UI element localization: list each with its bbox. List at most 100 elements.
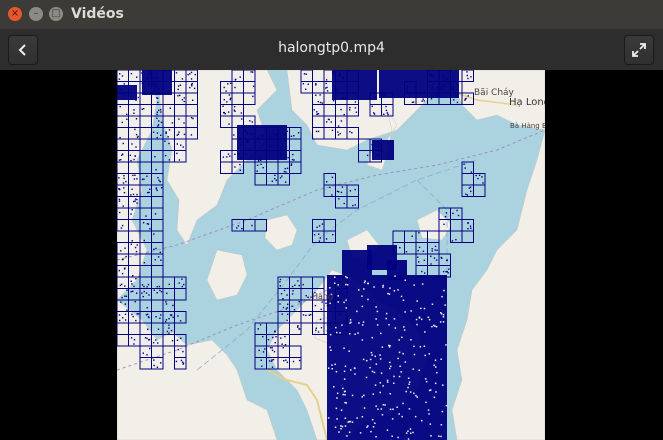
heatmap-dot (456, 209, 458, 212)
heatmap-gap (336, 331, 338, 334)
map-label-ha-long: Hạ Long (509, 97, 545, 108)
heatmap-dot (285, 136, 287, 138)
fullscreen-button[interactable] (624, 35, 654, 65)
heatmap-dot (122, 258, 124, 260)
heatmap-dot (132, 275, 134, 277)
heatmap-dot (146, 78, 148, 80)
heatmap-gap (397, 357, 399, 360)
heatmap-dot (260, 159, 262, 161)
heatmap-dot (466, 74, 468, 77)
heatmap-dot (354, 204, 356, 206)
heatmap-dot (271, 180, 273, 182)
heatmap-dot (339, 293, 341, 296)
heatmap-dot (152, 77, 154, 79)
heatmap-dot (326, 181, 328, 183)
heatmap-gap (427, 409, 430, 411)
heatmap-dot (333, 306, 335, 309)
heatmap-dot (121, 121, 123, 124)
heatmap-gap (362, 358, 365, 361)
heatmap-gap (427, 316, 430, 318)
heatmap-dot (315, 130, 318, 133)
heatmap-dot (281, 313, 283, 315)
heatmap-dot (280, 337, 282, 339)
heatmap-dot (137, 313, 140, 315)
heatmap-dot (354, 94, 357, 97)
heatmap-dot (152, 342, 155, 344)
heatmap-gap (337, 295, 339, 297)
heatmap-gap (358, 322, 360, 324)
heatmap-dot (245, 153, 247, 155)
heatmap-gap (371, 354, 373, 356)
heatmap-dot (273, 132, 275, 135)
heatmap-dot (245, 130, 247, 133)
heatmap-dot (339, 71, 341, 73)
heatmap-dot (302, 83, 305, 85)
heatmap-dot (182, 363, 184, 365)
heatmap-gap (404, 279, 406, 281)
heatmap-dot (118, 198, 121, 201)
heatmap-gap (371, 370, 374, 373)
heatmap-dot (451, 240, 454, 242)
heatmap-gap (379, 358, 382, 360)
heatmap-gap (404, 361, 407, 363)
heatmap-dot (355, 111, 358, 113)
heatmap-dot (239, 144, 242, 147)
heatmap-gap (370, 430, 372, 433)
heatmap-gap (358, 289, 360, 291)
video-area[interactable]: Bãi Cháy Hạ Long Bà Hàng Bãi Hang (0, 70, 663, 440)
heatmap-dot (286, 307, 288, 309)
heatmap-gap (361, 339, 364, 341)
heatmap-dot (190, 83, 193, 86)
maximize-window-button[interactable]: □ (49, 7, 63, 21)
heatmap-gap (335, 371, 338, 373)
heatmap-dot (298, 359, 301, 362)
close-window-button[interactable]: × (8, 7, 22, 21)
heatmap-dot (121, 75, 124, 77)
heatmap-gap (419, 346, 422, 348)
heatmap-gap (377, 408, 379, 410)
heatmap-dot (279, 177, 282, 179)
heatmap-dot (177, 315, 179, 317)
heatmap-dot (377, 154, 379, 156)
heatmap-dot (136, 198, 138, 201)
heatmap-dot (134, 200, 136, 202)
heatmap-dot (250, 71, 252, 73)
heatmap-dot (133, 285, 135, 288)
heatmap-dot (169, 107, 171, 109)
heatmap-gap (375, 306, 377, 308)
heatmap-dot (285, 359, 287, 361)
heatmap-gap (408, 381, 411, 383)
minimize-window-button[interactable]: – (29, 7, 43, 21)
heatmap-dot (136, 193, 138, 196)
heatmap-gap (399, 365, 401, 367)
heatmap-dot (317, 113, 320, 115)
heatmap-dot (482, 182, 484, 184)
heatmap-gap (401, 415, 403, 418)
heatmap-dot (443, 223, 445, 225)
heatmap-dot (146, 286, 148, 288)
heatmap-gap (337, 284, 339, 286)
heatmap-dot (158, 120, 160, 122)
heatmap-dot (137, 96, 139, 99)
heatmap-dot (436, 249, 438, 251)
heatmap-gap (386, 381, 389, 383)
heatmap-dot (181, 99, 184, 101)
heatmap-dot (339, 291, 342, 294)
heatmap-dot (412, 101, 415, 103)
heatmap-gap (416, 300, 418, 302)
heatmap-dot (157, 124, 160, 126)
heatmap-dot (319, 101, 322, 104)
heatmap-dot (177, 88, 179, 91)
heatmap-dot (175, 72, 178, 74)
heatmap-dot (441, 257, 443, 259)
heatmap-dot (158, 87, 160, 90)
heatmap-dot (130, 213, 132, 215)
heatmap-gap (434, 382, 437, 385)
heatmap-dot (325, 79, 328, 81)
heatmap-dot (326, 90, 329, 92)
heatmap-dot (315, 84, 317, 86)
heatmap-dot (153, 364, 155, 367)
heatmap-gap (386, 379, 389, 382)
heatmap-dot (373, 112, 375, 114)
heatmap-gap (393, 318, 396, 320)
